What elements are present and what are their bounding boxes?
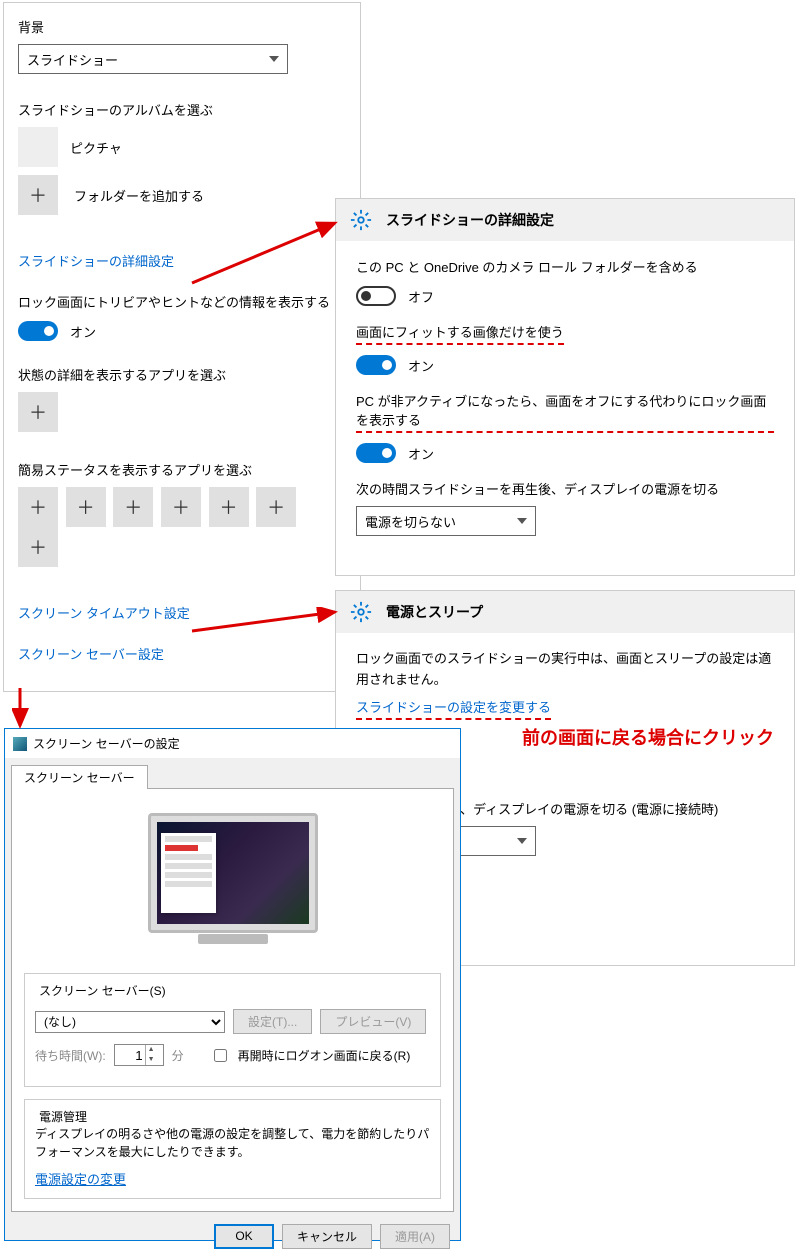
background-label: 背景: [18, 17, 346, 36]
wait-spinner[interactable]: ▲▼: [114, 1044, 164, 1066]
background-value: スライドショー: [27, 50, 118, 69]
pm-text: ディスプレイの明るさや他の電源の設定を調整して、電力を節約したりパフォーマンスを…: [35, 1125, 430, 1161]
resume-label: 再開時にログオン画面に戻る(R): [238, 1047, 411, 1064]
saver-select[interactable]: (なし): [35, 1011, 225, 1033]
chevron-down-icon: [269, 56, 279, 62]
gear-icon: [350, 209, 372, 231]
wait-label: 待ち時間(W):: [35, 1047, 106, 1064]
pm-title: 電源管理: [35, 1108, 91, 1125]
trivia-toggle[interactable]: [18, 321, 58, 341]
spin-down[interactable]: ▼: [146, 1055, 157, 1065]
add-status-app-5[interactable]: ＋: [209, 487, 249, 527]
saver-group-title: スクリーン セーバー(S): [35, 982, 170, 999]
apply-button[interactable]: 適用(A): [380, 1224, 450, 1249]
pm-link[interactable]: 電源設定の変更: [35, 1172, 126, 1187]
cancel-button[interactable]: キャンセル: [282, 1224, 372, 1249]
advanced-header: スライドショーの詳細設定: [336, 199, 794, 241]
add-app-button[interactable]: ＋: [18, 392, 58, 432]
add-status-app-3[interactable]: ＋: [113, 487, 153, 527]
chevron-down-icon: [517, 518, 527, 524]
opt3-state: オン: [408, 444, 434, 463]
album-thumbnail[interactable]: [18, 127, 58, 167]
add-status-app-1[interactable]: ＋: [18, 487, 58, 527]
opt3-toggle[interactable]: [356, 443, 396, 463]
power-header: 電源とスリープ: [336, 591, 794, 633]
add-status-app-7[interactable]: ＋: [18, 527, 58, 567]
opt2-label: 画面にフィットする画像だけを使う: [356, 322, 564, 345]
red-annotation: 前の画面に戻る場合にクリック: [522, 728, 774, 748]
add-folder-button[interactable]: ＋: [18, 175, 58, 215]
screen-timeout-link[interactable]: スクリーン タイムアウト設定: [18, 603, 346, 622]
trivia-toggle-state: オン: [70, 322, 96, 341]
gear-icon: [350, 601, 372, 623]
screen-saver-link[interactable]: スクリーン セーバー設定: [18, 644, 346, 663]
settings-button[interactable]: 設定(T)...: [233, 1009, 312, 1034]
ok-button[interactable]: OK: [214, 1224, 274, 1249]
spin-up[interactable]: ▲: [146, 1045, 157, 1055]
tab-screensaver[interactable]: スクリーン セーバー: [11, 765, 148, 789]
monitor-preview: [148, 813, 318, 933]
album-item-label: ピクチャ: [70, 138, 122, 157]
power-note: ロック画面でのスライドショーの実行中は、画面とスリープの設定は適用されません。: [356, 649, 774, 691]
opt2-toggle[interactable]: [356, 355, 396, 375]
opt1-toggle[interactable]: [356, 286, 396, 306]
apps-label: 状態の詳細を表示するアプリを選ぶ: [18, 365, 346, 384]
trivia-label: ロック画面にトリビアやヒントなどの情報を表示する: [18, 292, 346, 311]
arrow-3: [12, 686, 32, 734]
slideshow-advanced-link[interactable]: スライドショーの詳細設定: [18, 251, 346, 270]
opt4-label: 次の時間スライドショーを再生後、ディスプレイの電源を切る: [356, 479, 774, 498]
add-status-app-6[interactable]: ＋: [256, 487, 296, 527]
wait-unit: 分: [172, 1047, 184, 1064]
resume-checkbox[interactable]: [214, 1049, 227, 1062]
add-status-app-2[interactable]: ＋: [66, 487, 106, 527]
background-dropdown[interactable]: スライドショー: [18, 44, 288, 74]
add-status-app-4[interactable]: ＋: [161, 487, 201, 527]
preview-button[interactable]: プレビュー(V): [320, 1009, 426, 1034]
opt1-state: オフ: [408, 287, 434, 306]
power-title: 電源とスリープ: [386, 602, 483, 622]
opt1-label: この PC と OneDrive のカメラ ロール フォルダーを含める: [356, 257, 774, 276]
opt3-label: PC が非アクティブになったら、画面をオフにする代わりにロック画面を表示する: [356, 391, 774, 433]
simple-status-label: 簡易ステータスを表示するアプリを選ぶ: [18, 460, 346, 479]
dialog-titlebar: スクリーン セーバーの設定: [5, 729, 460, 758]
chevron-down-icon: [517, 838, 527, 844]
opt4-dropdown[interactable]: 電源を切らない: [356, 506, 536, 536]
dialog-icon: [13, 737, 27, 751]
opt4-value: 電源を切らない: [365, 512, 456, 531]
advanced-title: スライドショーの詳細設定: [386, 210, 554, 230]
opt2-state: オン: [408, 356, 434, 375]
wait-input[interactable]: [115, 1045, 145, 1065]
add-folder-label: フォルダーを追加する: [74, 186, 204, 205]
dialog-title: スクリーン セーバーの設定: [33, 735, 180, 752]
album-label: スライドショーのアルバムを選ぶ: [18, 100, 346, 119]
change-slideshow-link[interactable]: スライドショーの設定を変更する: [356, 697, 551, 720]
